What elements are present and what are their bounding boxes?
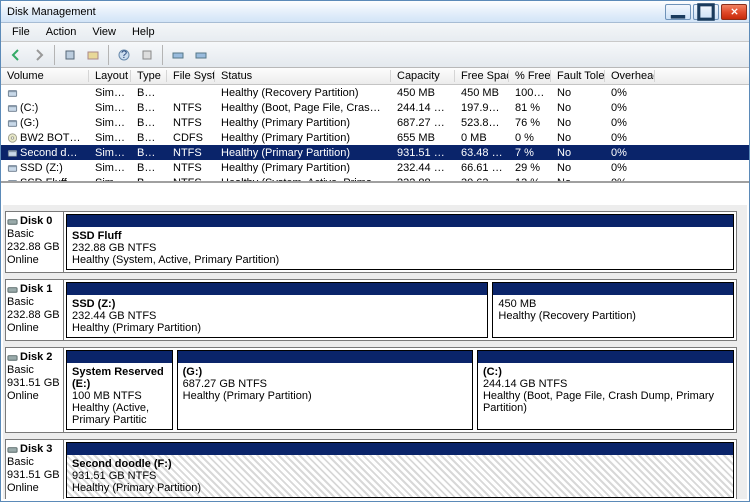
col-oh[interactable]: Overhead [605, 70, 655, 82]
volume-row[interactable]: (C:)SimpleBasicNTFSHealthy (Boot, Page F… [1, 100, 749, 115]
partition-size: 232.88 GB NTFS [72, 242, 728, 254]
partition-size: 232.44 GB NTFS [72, 310, 482, 322]
disk-row: Disk 2 Basic 931.51 GB Online System Res… [5, 347, 737, 433]
partition-status: Healthy (Recovery Partition) [498, 310, 728, 322]
properties-button[interactable] [82, 44, 104, 66]
close-button[interactable] [721, 4, 747, 20]
volume-row[interactable]: (G:)SimpleBasicNTFSHealthy (Primary Part… [1, 115, 749, 130]
menu-action[interactable]: Action [39, 24, 84, 40]
window-title: Disk Management [7, 6, 665, 18]
back-button[interactable] [5, 44, 27, 66]
menu-help[interactable]: Help [125, 24, 162, 40]
partition-size: 244.14 GB NTFS [483, 378, 728, 390]
col-pct[interactable]: % Free [509, 70, 551, 82]
partition-header [67, 351, 172, 363]
disk-row: Disk 3 Basic 931.51 GB Online Second doo… [5, 439, 737, 499]
forward-button[interactable] [28, 44, 50, 66]
volume-name: (C:) [20, 102, 38, 114]
action-icon-2[interactable] [190, 44, 212, 66]
help-icon[interactable]: ? [113, 44, 135, 66]
partition-header [67, 283, 487, 295]
partition-header [67, 443, 733, 455]
menu-file[interactable]: File [5, 24, 37, 40]
col-type[interactable]: Type [131, 70, 167, 82]
disk-row: Disk 1 Basic 232.88 GB Online SSD (Z:) 2… [5, 279, 737, 341]
disk-label[interactable]: Disk 0 Basic 232.88 GB Online [6, 212, 64, 272]
partition[interactable]: System Reserved (E:) 100 MB NTFS Healthy… [66, 350, 173, 430]
refresh-button[interactable] [59, 44, 81, 66]
partition[interactable]: 450 MB Healthy (Recovery Partition) [492, 282, 734, 338]
column-headers: Volume Layout Type File System Status Ca… [1, 68, 749, 85]
partition[interactable]: (G:) 687.27 GB NTFS Healthy (Primary Par… [177, 350, 473, 430]
partition-title: SSD (Z:) [72, 298, 482, 310]
volume-name: (G:) [20, 117, 39, 129]
partition-status: Healthy (Primary Partition) [72, 482, 728, 494]
partition-title: (G:) [183, 366, 467, 378]
partition-status: Healthy (Boot, Page File, Crash Dump, Pr… [483, 390, 728, 414]
volume-list: Volume Layout Type File System Status Ca… [1, 68, 749, 183]
col-status[interactable]: Status [215, 70, 391, 82]
partition-size: 100 MB NTFS [72, 390, 167, 402]
partition-size: 450 MB [498, 298, 728, 310]
col-layout[interactable]: Layout [89, 70, 131, 82]
volume-name: Second dood... [20, 147, 89, 159]
volume-row[interactable]: Second dood...SimpleBasicNTFSHealthy (Pr… [1, 145, 749, 160]
action-icon-1[interactable] [167, 44, 189, 66]
disk-row: Disk 0 Basic 232.88 GB Online SSD Fluff … [5, 211, 737, 273]
partition-title: System Reserved (E:) [72, 366, 167, 390]
partition-status: Healthy (Active, Primary Partitic [72, 402, 167, 426]
volume-row[interactable]: BW2 BOTG (H:)SimpleBasicCDFSHealthy (Pri… [1, 130, 749, 145]
maximize-button[interactable] [693, 4, 719, 20]
partition-title: SSD Fluff [72, 230, 728, 242]
menubar: File Action View Help [1, 23, 749, 42]
col-free[interactable]: Free Space [455, 70, 509, 82]
partition[interactable]: SSD (Z:) 232.44 GB NTFS Healthy (Primary… [66, 282, 488, 338]
col-ft[interactable]: Fault Tolerance [551, 70, 605, 82]
col-volume[interactable]: Volume [1, 70, 89, 82]
partition[interactable]: Second doodle (F:) 931.51 GB NTFS Health… [66, 442, 734, 498]
partition-header [478, 351, 733, 363]
volume-row[interactable]: SimpleBasicHealthy (Recovery Partition)4… [1, 85, 749, 100]
partition[interactable]: SSD Fluff 232.88 GB NTFS Healthy (System… [66, 214, 734, 270]
toolbar: ? [1, 42, 749, 68]
partition-status: Healthy (Primary Partition) [72, 322, 482, 334]
partition[interactable]: (C:) 244.14 GB NTFS Healthy (Boot, Page … [477, 350, 734, 430]
partition-size: 931.51 GB NTFS [72, 470, 728, 482]
partition-header [493, 283, 733, 295]
partition-title: Second doodle (F:) [72, 458, 728, 470]
volume-row[interactable]: SSD (Z:)SimpleBasicNTFSHealthy (Primary … [1, 160, 749, 175]
partition-header [67, 215, 733, 227]
disk-label[interactable]: Disk 1 Basic 232.88 GB Online [6, 280, 64, 340]
partition-size: 687.27 GB NTFS [183, 378, 467, 390]
minimize-button[interactable] [665, 4, 691, 20]
partition-header [178, 351, 472, 363]
volume-name: SSD (Z:) [20, 162, 63, 174]
partition-status: Healthy (Primary Partition) [183, 390, 467, 402]
disk-graphical-view: Disk 0 Basic 232.88 GB Online SSD Fluff … [3, 205, 747, 499]
partition-status: Healthy (System, Active, Primary Partiti… [72, 254, 728, 266]
menu-view[interactable]: View [85, 24, 123, 40]
col-fs[interactable]: File System [167, 70, 215, 82]
titlebar: Disk Management [1, 1, 749, 23]
volume-name: BW2 BOTG (H:) [20, 132, 89, 144]
partition-title: (C:) [483, 366, 728, 378]
disk-label[interactable]: Disk 2 Basic 931.51 GB Online [6, 348, 64, 432]
svg-text:?: ? [121, 49, 127, 61]
settings-icon[interactable] [136, 44, 158, 66]
volume-name: SSD Fluff [20, 177, 67, 184]
col-capacity[interactable]: Capacity [391, 70, 455, 82]
volume-row[interactable]: SSD FluffSimpleBasicNTFSHealthy (System,… [1, 175, 749, 183]
disk-label[interactable]: Disk 3 Basic 931.51 GB Online [6, 440, 64, 499]
